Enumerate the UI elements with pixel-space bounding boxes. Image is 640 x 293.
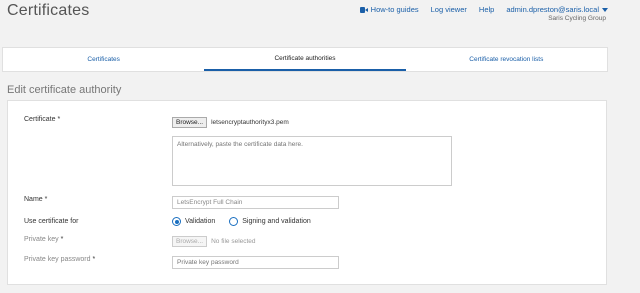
private-key-password-input[interactable] [172, 256, 339, 269]
log-viewer-link[interactable]: Log viewer [431, 5, 467, 14]
howto-guides-label: How-to guides [370, 5, 419, 14]
private-key-file-picker: Browse... No file selected [172, 236, 256, 247]
certificate-label: Certificate * [24, 116, 61, 123]
page-title: Certificates [7, 2, 90, 19]
radio-signing-and-validation[interactable]: Signing and validation [229, 217, 311, 226]
section-title: Edit certificate authority [7, 84, 122, 96]
howto-guides-link[interactable]: How-to guides [359, 5, 419, 14]
use-certificate-for-options: Validation Signing and validation [172, 217, 311, 226]
user-menu[interactable]: admin.dpreston@saris.local [506, 5, 608, 14]
private-key-browse-button[interactable]: Browse... [172, 236, 208, 247]
name-label: Name * [24, 196, 48, 203]
radio-validation-label: Validation [185, 218, 216, 225]
chevron-down-icon [602, 7, 608, 12]
user-name: admin.dpreston@saris.local [506, 5, 599, 14]
name-input[interactable]: LetsEncrypt Full Chain [172, 196, 339, 209]
radio-signing-label: Signing and validation [242, 218, 311, 225]
radio-validation[interactable]: Validation [172, 217, 215, 226]
private-key-password-label: Private key password * [24, 256, 96, 263]
radio-selected-icon [172, 217, 181, 226]
radio-unselected-icon [229, 217, 239, 226]
tab-bar: Certificates Certificate authorities Cer… [2, 47, 608, 72]
help-link[interactable]: Help [479, 5, 494, 14]
tab-certificates[interactable]: Certificates [3, 48, 204, 71]
top-navigation: How-to guides Log viewer Help admin.dpre… [359, 5, 608, 14]
tab-certificate-authorities[interactable]: Certificate authorities [204, 48, 406, 71]
certificate-file-name: letsencryptauthorityx3.pem [211, 119, 289, 126]
use-certificate-for-label: Use certificate for [24, 218, 79, 225]
video-camera-icon [359, 6, 368, 13]
certificate-file-picker: Browse... letsencryptauthorityx3.pem [172, 117, 289, 128]
private-key-label: Private key * [24, 236, 64, 243]
tab-certificate-revocation-lists[interactable]: Certificate revocation lists [406, 48, 607, 71]
certificate-browse-button[interactable]: Browse... [172, 117, 208, 128]
edit-ca-form: Certificate * Browse... letsencryptautho… [7, 100, 607, 285]
organization-name: Saris Cycling Group [548, 15, 606, 22]
private-key-file-name: No file selected [211, 238, 256, 245]
certificate-data-textarea[interactable] [172, 136, 452, 186]
